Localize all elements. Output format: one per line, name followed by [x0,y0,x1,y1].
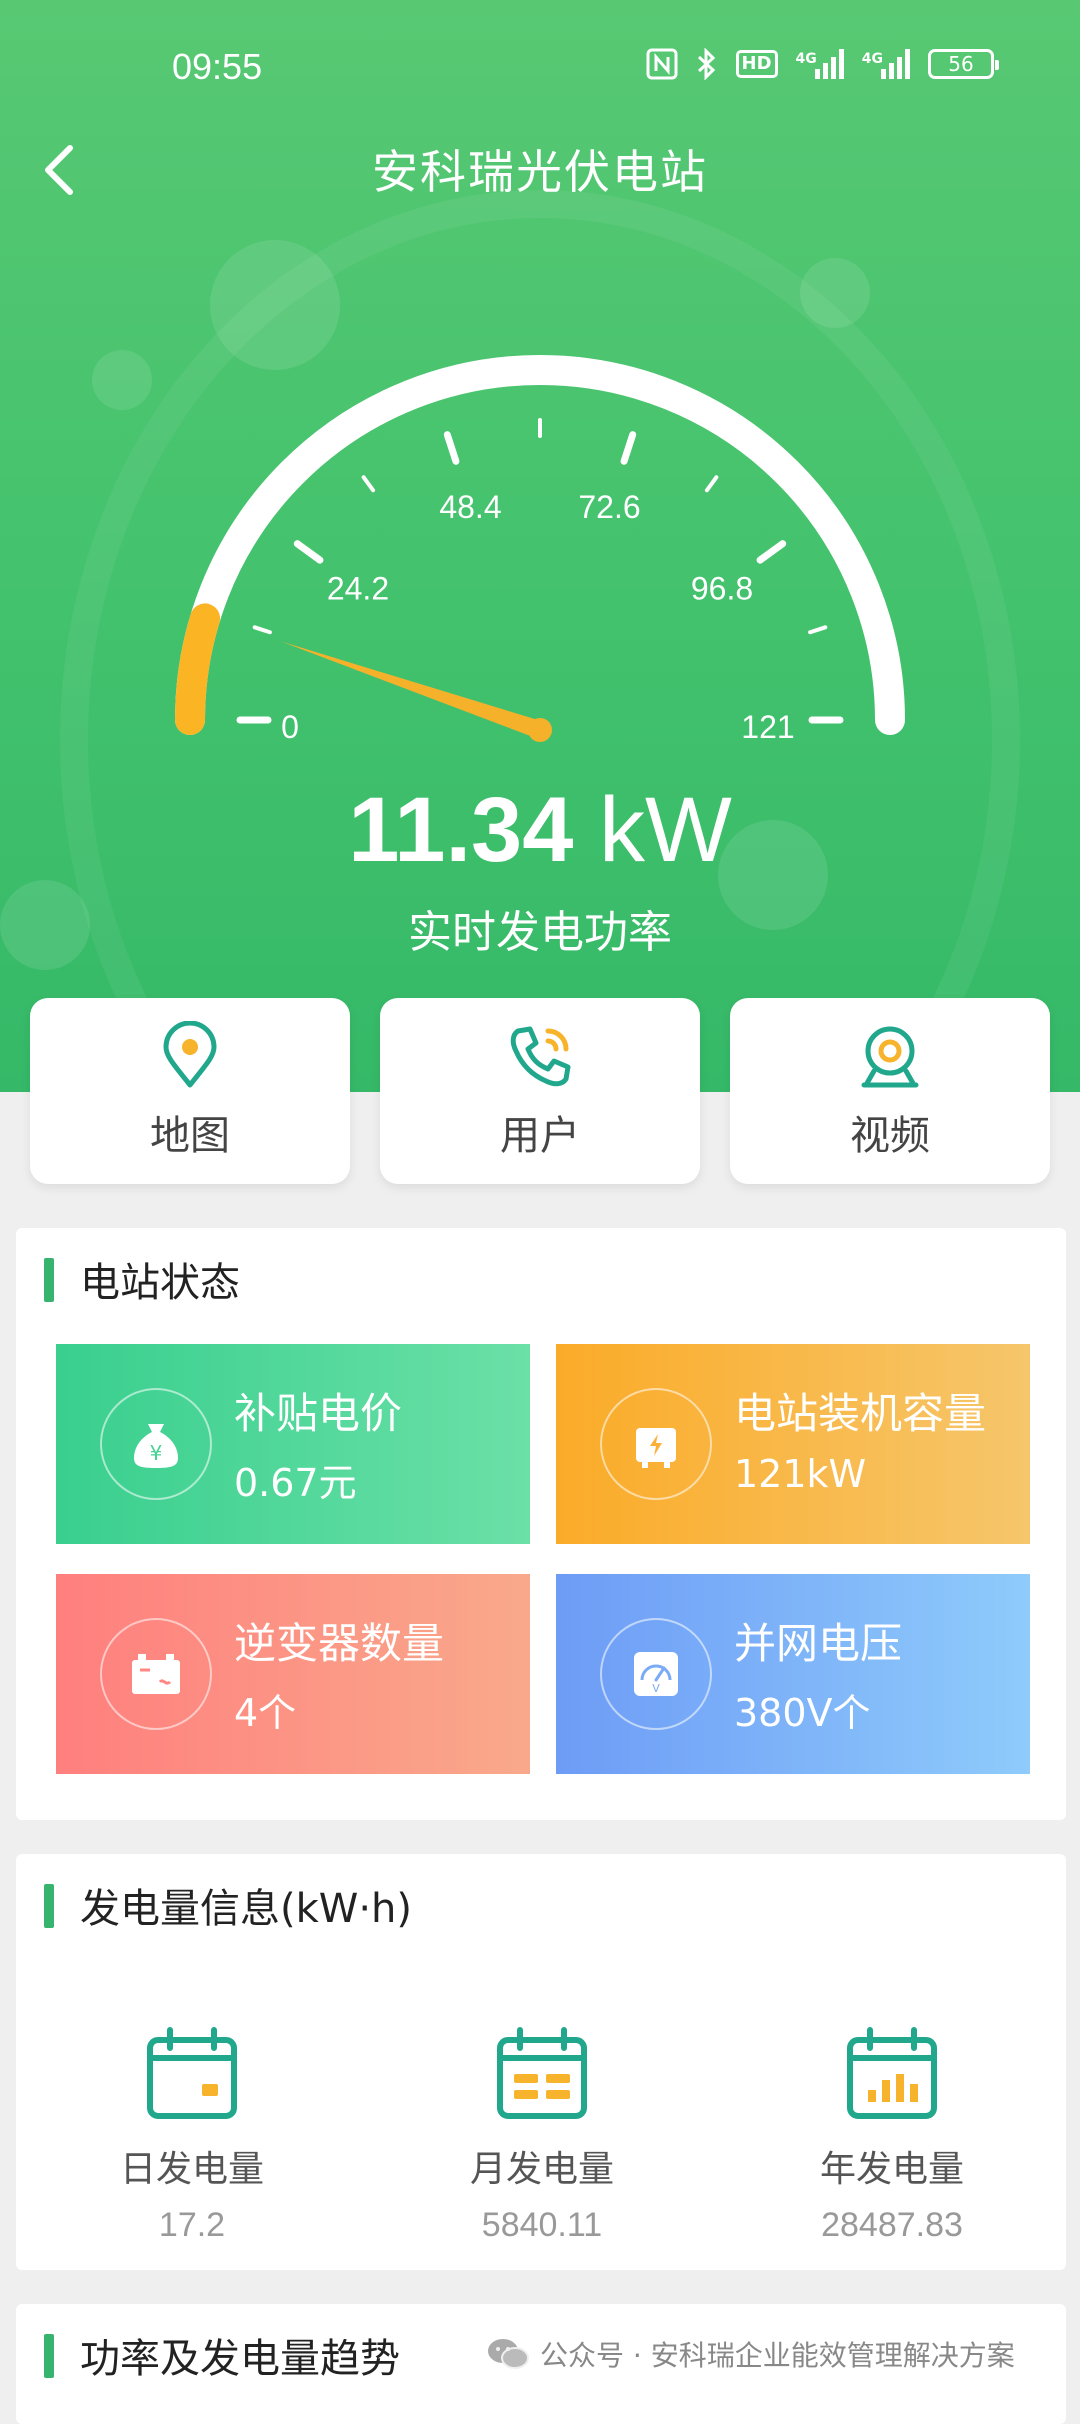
gauge-major-tick [756,540,787,564]
yearly-energy[interactable]: 年发电量 28487.83 [742,2024,1042,2245]
svg-text:V: V [652,1682,660,1695]
subsidy-price-label: 补贴电价 [234,1389,403,1438]
map-pin-icon [163,1021,217,1088]
subsidy-price-tile[interactable]: ¥ 补贴电价 0.67元 [56,1344,530,1544]
inverter-icon [132,1654,180,1694]
icon-circle [600,1388,712,1500]
calendar-month-icon [497,2027,587,2119]
daily-energy-label: 日发电量 [119,2149,264,2190]
money-bag-icon: ¥ [134,1424,178,1468]
station-status-title: 电站状态 [44,1250,240,1308]
wechat-icon [488,2339,529,2369]
gauge-minor-tick [704,475,719,493]
icon-circle: ¥ [100,1388,212,1500]
inverter-count-value: 4个 [234,1691,297,1735]
icon-circle: V [600,1618,712,1730]
calendar-year-icon [847,2027,937,2119]
user-label: 用户 [500,1113,580,1159]
user-button[interactable]: 用户 [380,998,700,1184]
daily-energy-value: 17.2 [158,2206,226,2244]
monthly-energy[interactable]: 月发电量 5840.11 [392,2024,692,2245]
gauge-major-tick [293,540,324,564]
station-status-panel: 电站状态 ¥ 补贴电价 0.67元 电站装机容量 121kW 逆变器数量 4个 … [16,1228,1066,1820]
gauge-tick-label: 72.6 [578,489,640,525]
icon-circle [100,1618,212,1730]
inverter-count-tile[interactable]: 逆变器数量 4个 [56,1574,530,1774]
power-unit: kW [598,779,732,881]
installed-capacity-value: 121kW [734,1452,867,1496]
grid-voltage-label: 并网电压 [734,1619,903,1668]
gauge-tick-label: 0 [281,709,299,745]
installed-capacity-label: 电站装机容量 [734,1389,987,1438]
svg-text:¥: ¥ [150,1441,163,1465]
gauge-progress [175,603,221,735]
power-label: 实时发电功率 [408,907,672,958]
monthly-energy-label: 月发电量 [469,2149,614,2190]
camera-icon [861,1026,919,1088]
power-value: 11.34 kW [0,778,1080,883]
gauge-major-tick [443,431,460,465]
battery-icon [636,1428,676,1468]
gauge-major-tick [620,431,637,465]
daily-energy[interactable]: 日发电量 17.2 [42,2024,342,2245]
power-number: 11.34 [348,779,574,881]
energy-info-title: 发电量信息(kW·h) [44,1876,412,1934]
subsidy-price-value: 0.67元 [234,1461,357,1505]
gauge-tick-label: 24.2 [327,571,389,607]
monthly-energy-value: 5840.11 [481,2206,603,2244]
gauge-minor-tick [361,475,376,493]
gauge-minor-tick [808,625,828,635]
gauge-needle-hub [528,718,552,742]
calendar-day-icon [147,2027,237,2119]
grid-voltage-tile[interactable]: V 并网电压 380V个 [556,1574,1030,1774]
installed-capacity-tile[interactable]: 电站装机容量 121kW [556,1344,1030,1544]
map-label: 地图 [150,1113,230,1159]
gauge-tick-label: 48.4 [439,489,501,525]
gauge-tick-label: 121 [741,709,794,745]
video-button[interactable]: 视频 [730,998,1050,1184]
yearly-energy-label: 年发电量 [819,2149,964,2190]
gauge-needle [281,641,543,739]
voltmeter-icon: V [634,1652,678,1696]
quick-actions: 地图 用户 视频 [30,998,1052,1184]
inverter-count-label: 逆变器数量 [234,1619,445,1668]
watermark: 公众号 · 安科瑞企业能效管理解决方案 [486,2334,1015,2374]
gauge-minor-tick [252,625,272,635]
watermark-text: 公众号 · 安科瑞企业能效管理解决方案 [540,2339,1015,2372]
grid-voltage-value: 380V个 [734,1691,871,1735]
map-button[interactable]: 地图 [30,998,350,1184]
trend-title: 功率及发电量趋势 [44,2326,400,2384]
gauge-tick-label: 96.8 [691,571,753,607]
phone-icon [510,1026,571,1087]
video-label: 视频 [850,1113,930,1159]
energy-info-panel: 发电量信息(kW·h) 日发电量 17.2 月发电量 5840.11 年发电量 … [16,1854,1066,2270]
yearly-energy-value: 28487.83 [821,2206,963,2244]
